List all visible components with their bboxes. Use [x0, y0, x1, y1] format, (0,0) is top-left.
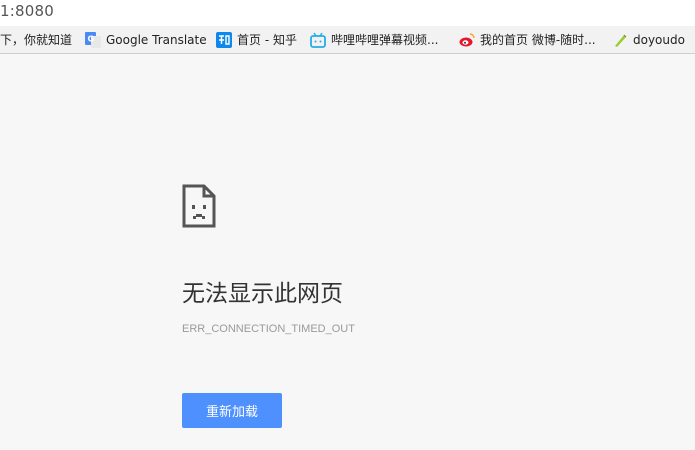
- error-code: ERR_CONNECTION_TIMED_OUT: [182, 323, 355, 335]
- doyoudo-icon: [612, 32, 628, 48]
- bookmark-label: 我的首页 微博-随时...: [480, 33, 596, 47]
- bookmark-bilibili[interactable]: 哔哩哔哩弹幕视频...: [310, 26, 438, 53]
- error-title: 无法显示此网页: [182, 281, 343, 307]
- bookmark-baidu[interactable]: 下，你就知道: [0, 26, 72, 53]
- bookmark-label: Google Translate: [106, 32, 207, 47]
- weibo-icon: [459, 32, 475, 48]
- bookmark-doyoudo[interactable]: doyoudo: [612, 26, 685, 53]
- sad-page-icon: [182, 184, 216, 232]
- google-translate-icon: G: [85, 31, 101, 48]
- address-bar[interactable]: 1:8080: [0, 0, 695, 26]
- bookmark-label: doyoudo: [633, 32, 685, 47]
- zhihu-icon: [216, 31, 232, 48]
- error-page: 无法显示此网页 ERR_CONNECTION_TIMED_OUT 重新加载: [0, 54, 695, 450]
- bookmark-zhihu[interactable]: 首页 - 知乎: [216, 26, 297, 53]
- bookmark-label: 首页 - 知乎: [237, 33, 297, 47]
- bookmarks-bar: 下，你就知道 G Google Translate 首页 - 知乎 哔哩哔哩弹幕…: [0, 26, 695, 54]
- bookmark-label: 哔哩哔哩弹幕视频...: [331, 33, 439, 47]
- reload-button[interactable]: 重新加载: [182, 393, 282, 428]
- svg-text:G: G: [88, 34, 95, 43]
- url-text[interactable]: 1:8080: [0, 2, 54, 20]
- bookmark-weibo[interactable]: 我的首页 微博-随时...: [459, 26, 596, 53]
- bilibili-icon: [310, 32, 326, 48]
- bookmark-label: 下，你就知道: [0, 33, 73, 47]
- bookmark-google-translate[interactable]: G Google Translate: [85, 26, 207, 53]
